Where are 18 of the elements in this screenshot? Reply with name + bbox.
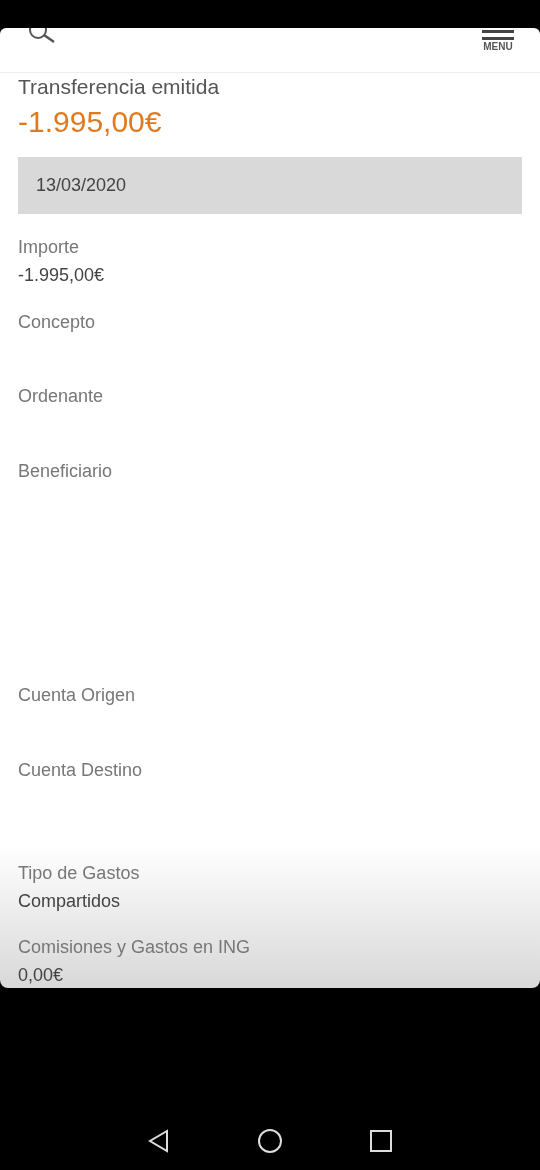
field-label: Concepto [18, 311, 97, 334]
field-label: Cuenta Origen [18, 684, 137, 707]
home-icon[interactable] [257, 1128, 283, 1154]
field-label: Importe [18, 236, 81, 259]
field-label: Tipo de Gastos [18, 862, 141, 885]
transaction-title: Transferencia emitida [18, 74, 221, 100]
field-value: Compartidos [18, 890, 122, 913]
field-label: Cuenta Destino [18, 759, 144, 782]
field-label: Beneficiario [18, 460, 114, 483]
field-label: Comisiones y Gastos en ING [18, 936, 252, 959]
transaction-amount: -1.995,00€ [18, 104, 163, 140]
field-value: -1.995,00€ [18, 264, 106, 287]
back-icon[interactable] [147, 1129, 171, 1153]
transaction-date: 13/03/2020 [36, 174, 127, 197]
menu-button[interactable]: MENU [482, 28, 514, 53]
field-label: Ordenante [18, 385, 105, 408]
recents-icon[interactable] [369, 1129, 393, 1153]
field-value: 0,00€ [18, 964, 65, 987]
